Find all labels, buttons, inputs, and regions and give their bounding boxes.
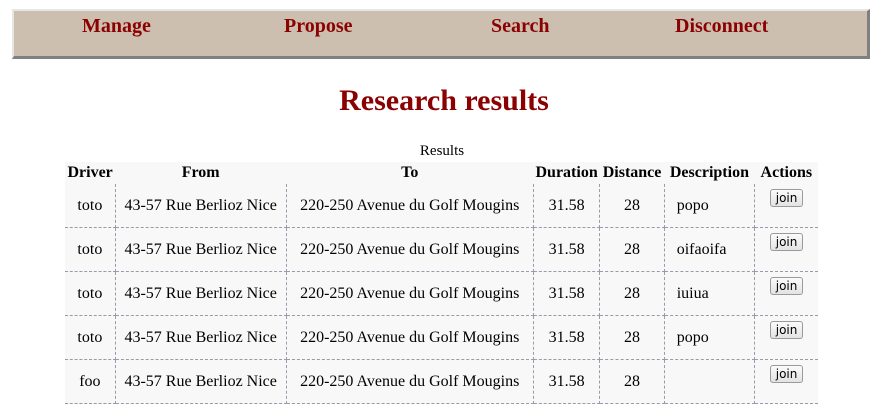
navbar: Manage Propose Search Disconnect: [12, 9, 870, 59]
table-row: toto 43-57 Rue Berlioz Nice 220-250 Avenue…: [65, 271, 818, 316]
nav-search-link[interactable]: Search: [491, 15, 550, 38]
join-button[interactable]: join: [769, 232, 804, 251]
join-button[interactable]: join: [769, 188, 804, 207]
header-to: To: [286, 162, 534, 184]
cell-description: iuiua: [664, 271, 756, 316]
header-driver: Driver: [65, 162, 116, 184]
join-button[interactable]: join: [769, 276, 804, 295]
page-title: Research results: [339, 84, 549, 117]
cell-to: 220-250 Avenue du Golf Mougins: [286, 184, 534, 228]
cell-actions: join: [754, 271, 818, 316]
nav-propose-link[interactable]: Propose: [284, 15, 353, 38]
cell-from: 43-57 Rue Berlioz Nice: [115, 359, 287, 404]
header-description: Description: [664, 162, 755, 184]
table-header-row: Driver From To Duration Distance Descrip…: [65, 162, 818, 184]
nav-disconnect-link[interactable]: Disconnect: [675, 15, 768, 38]
cell-distance: 28: [599, 227, 665, 272]
cell-driver: toto: [65, 184, 116, 228]
header-duration: Duration: [533, 162, 600, 184]
cell-to: 220-250 Avenue du Golf Mougins: [286, 359, 534, 404]
cell-driver: foo: [65, 359, 116, 404]
cell-from: 43-57 Rue Berlioz Nice: [115, 271, 287, 316]
cell-duration: 31.58: [533, 315, 601, 360]
cell-actions: join: [754, 315, 818, 360]
table-row: foo 43-57 Rue Berlioz Nice 220-250 Avenue …: [65, 359, 818, 404]
cell-from: 43-57 Rue Berlioz Nice: [115, 227, 287, 272]
cell-description: oifaoifa: [664, 227, 756, 272]
table-row: toto 43-57 Rue Berlioz Nice 220-250 Avenue…: [65, 184, 818, 228]
cell-duration: 31.58: [533, 271, 601, 316]
header-actions: Actions: [754, 162, 818, 184]
cell-actions: join: [754, 184, 818, 228]
cell-driver: toto: [65, 271, 116, 316]
cell-distance: 28: [599, 271, 665, 316]
cell-duration: 31.58: [533, 184, 601, 228]
cell-from: 43-57 Rue Berlioz Nice: [115, 315, 287, 360]
cell-actions: join: [754, 359, 818, 404]
cell-actions: join: [754, 227, 818, 272]
cell-from: 43-57 Rue Berlioz Nice: [115, 184, 287, 228]
cell-to: 220-250 Avenue du Golf Mougins: [286, 227, 534, 272]
table-caption: Results: [419, 143, 465, 159]
table-row: toto 43-57 Rue Berlioz Nice 220-250 Avenue…: [65, 315, 818, 360]
cell-driver: toto: [65, 227, 116, 272]
table-row: toto 43-57 Rue Berlioz Nice 220-250 Avenue…: [65, 227, 818, 272]
cell-description: popo: [664, 315, 756, 360]
header-from: From: [115, 162, 287, 184]
cell-to: 220-250 Avenue du Golf Mougins: [286, 271, 534, 316]
cell-distance: 28: [599, 315, 665, 360]
cell-distance: 28: [599, 359, 665, 404]
nav-manage-link[interactable]: Manage: [82, 15, 151, 38]
cell-duration: 31.58: [533, 227, 601, 272]
join-button[interactable]: join: [769, 364, 804, 383]
cell-distance: 28: [599, 184, 665, 228]
join-button[interactable]: join: [769, 320, 804, 339]
cell-description: popo: [664, 184, 756, 228]
cell-to: 220-250 Avenue du Golf Mougins: [286, 315, 534, 360]
cell-duration: 31.58: [533, 359, 601, 404]
cell-description: [664, 359, 756, 404]
results-table: Driver From To Duration Distance Descrip…: [65, 162, 818, 404]
header-distance: Distance: [599, 162, 665, 184]
cell-driver: toto: [65, 315, 116, 360]
